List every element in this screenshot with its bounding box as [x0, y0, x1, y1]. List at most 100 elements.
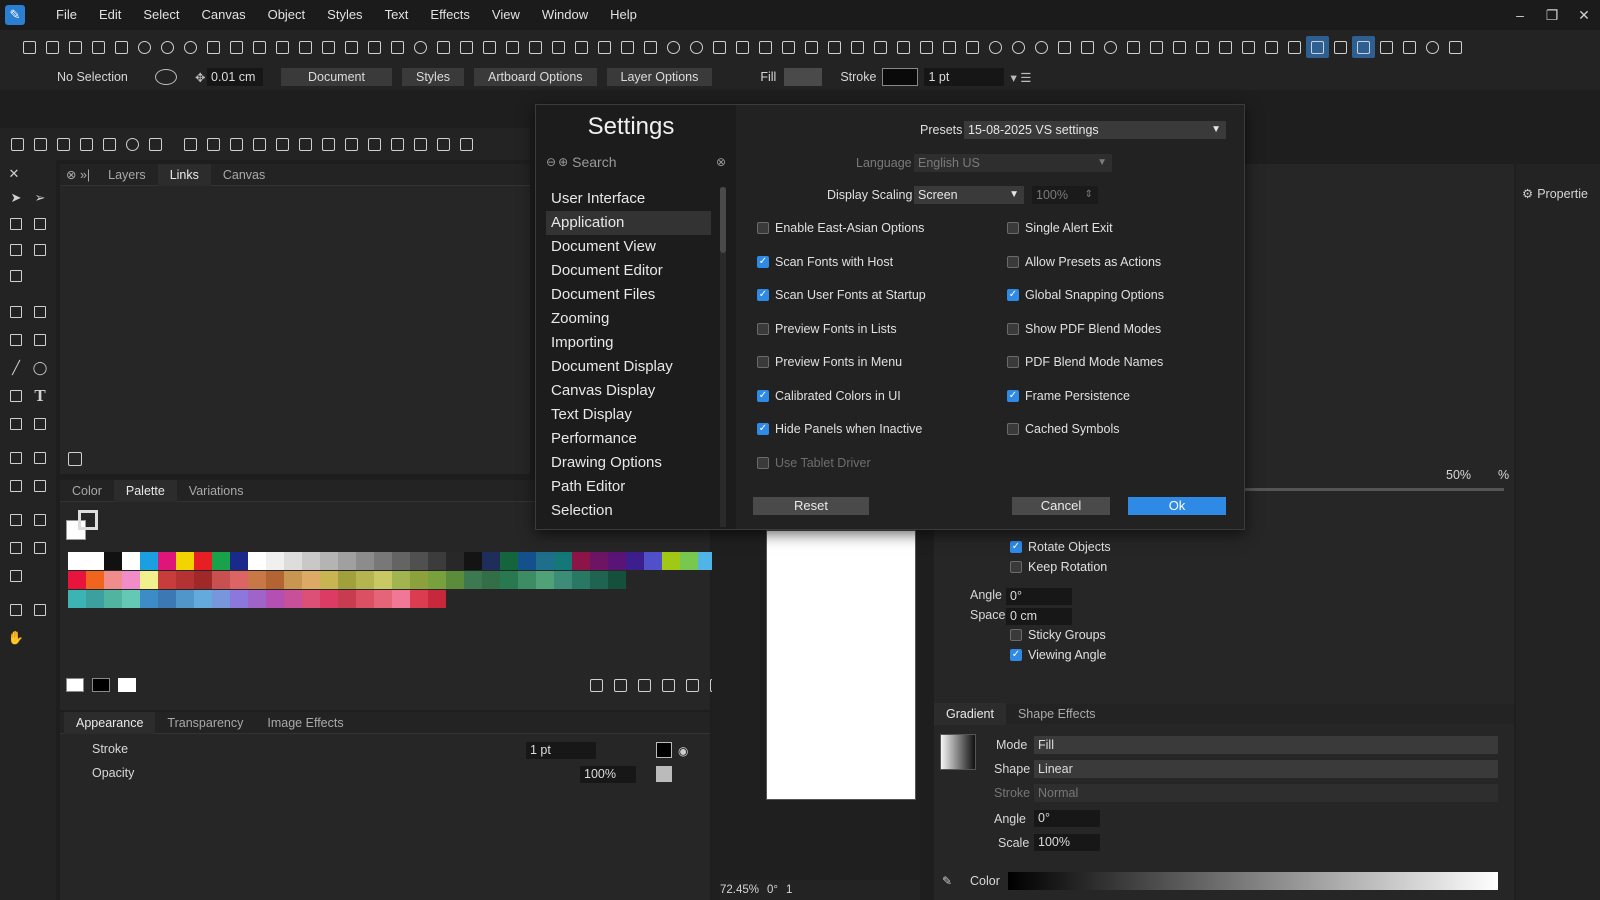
panel-controls-icon[interactable]: ⊗ »| [60, 164, 96, 186]
grid-dot-icon[interactable] [1099, 36, 1122, 58]
checkbox-unchecked-icon[interactable] [1007, 423, 1019, 435]
transform-icon[interactable] [363, 36, 386, 58]
symbol-tool-icon[interactable] [30, 538, 50, 558]
color-swatch[interactable] [644, 552, 662, 570]
color-swatch[interactable] [536, 552, 554, 570]
option-preview-fonts-in-menu[interactable]: Preview Fonts in Menu [757, 355, 902, 369]
group-selection-icon[interactable] [225, 133, 248, 155]
color-swatch[interactable] [518, 552, 536, 570]
tab-appearance[interactable]: Appearance [64, 711, 156, 734]
snap-icon[interactable] [1030, 36, 1053, 58]
color-swatch[interactable] [608, 571, 626, 589]
checkbox-checked-icon[interactable]: ✓ [1007, 389, 1019, 402]
grid-icon[interactable] [1260, 36, 1283, 58]
close-toolbox-icon[interactable]: ✕ [4, 164, 24, 184]
tab-layers[interactable]: Layers [96, 164, 158, 186]
link-icon[interactable] [202, 36, 225, 58]
color-swatch[interactable] [608, 552, 626, 570]
language-select[interactable]: English US ▼ [914, 154, 1112, 172]
settings-nav-document-files[interactable]: Document Files [546, 283, 711, 307]
close-panel-icon[interactable] [6, 133, 29, 155]
checkbox-unchecked-icon[interactable] [757, 222, 769, 234]
color-swatch[interactable] [446, 571, 464, 589]
calligraphy-tool-icon[interactable] [30, 330, 50, 350]
bezier-tool-icon[interactable] [6, 302, 26, 322]
color-swatch[interactable] [338, 590, 356, 608]
color-swatch[interactable] [446, 552, 464, 570]
duplicate-icon[interactable] [432, 36, 455, 58]
color-swatch[interactable] [428, 552, 446, 570]
subselect-tool-icon[interactable]: ➢ [30, 188, 50, 208]
appearance-opacity-input[interactable]: 100% [580, 766, 636, 783]
gradient-icon[interactable] [1329, 36, 1352, 58]
option-calibrated-colors-in-ui[interactable]: ✓ Calibrated Colors in UI [757, 389, 901, 403]
open-icon[interactable] [110, 36, 133, 58]
close-button[interactable]: ✕ [1568, 0, 1600, 30]
settings-search[interactable]: ⊖ ⊕ Search ⊗ [546, 151, 726, 173]
appearance-stroke-input[interactable]: 1 pt [526, 742, 596, 759]
color-swatch[interactable] [320, 552, 338, 570]
redo-icon[interactable] [156, 36, 179, 58]
color-swatch[interactable] [248, 552, 266, 570]
nav-scrollbar-thumb[interactable] [720, 187, 726, 253]
option-global-snapping-options[interactable]: ✓ Global Snapping Options [1007, 288, 1164, 302]
color-swatch[interactable] [122, 552, 140, 570]
option-scan-fonts-with-host[interactable]: ✓ Scan Fonts with Host [757, 255, 893, 269]
edit-swatch-icon[interactable] [588, 674, 604, 696]
checkbox-checked-icon[interactable]: ✓ [757, 389, 769, 402]
scaling-percent-input[interactable]: 100% ⇕ [1032, 186, 1098, 204]
trace-icon[interactable] [961, 36, 984, 58]
settings-nav-document-editor[interactable]: Document Editor [546, 259, 711, 283]
hand-tool-icon[interactable]: ✋ [6, 628, 26, 648]
zoom-level[interactable]: 72.45% [720, 884, 759, 896]
delete-swatch-icon[interactable] [684, 674, 700, 696]
color-swatch[interactable] [392, 571, 410, 589]
color-swatch[interactable] [410, 590, 428, 608]
menu-file[interactable]: File [45, 0, 88, 30]
lasso-icon[interactable] [317, 133, 340, 155]
keep-rotation-option[interactable]: Keep Rotation [1010, 560, 1107, 574]
stroke-swatch[interactable] [882, 68, 919, 86]
color-swatch[interactable] [158, 590, 176, 608]
eye-icon[interactable] [685, 36, 708, 58]
perspective-tool-icon[interactable] [30, 448, 50, 468]
settings-nav-text-display[interactable]: Text Display [546, 403, 711, 427]
nudge-distance-input[interactable]: 0.01 cm [207, 68, 263, 86]
color-swatch[interactable] [572, 571, 590, 589]
merge-icon[interactable] [846, 36, 869, 58]
color-swatch[interactable] [104, 552, 122, 570]
fill-swatch[interactable] [784, 68, 823, 86]
option-cached-symbols[interactable]: Cached Symbols [1007, 422, 1120, 436]
color-picker-icon[interactable] [30, 414, 50, 434]
color-swatch[interactable] [626, 552, 644, 570]
node-icon[interactable] [363, 133, 386, 155]
new-document-icon[interactable] [18, 36, 41, 58]
picture-icon[interactable] [1237, 36, 1260, 58]
hide-icon[interactable] [616, 36, 639, 58]
new-from-template-icon[interactable] [41, 36, 64, 58]
color-swatch[interactable] [536, 571, 554, 589]
color-swatch[interactable] [86, 552, 104, 570]
option-allow-presets-as-actions[interactable]: Allow Presets as Actions [1007, 255, 1161, 269]
color-swatch[interactable] [284, 590, 302, 608]
viewing-angle-option[interactable]: ✓ Viewing Angle [1010, 648, 1106, 662]
grid-tool-icon[interactable] [6, 538, 26, 558]
cancel-button[interactable]: Cancel [1012, 497, 1110, 515]
color-swatch[interactable] [68, 552, 86, 570]
color-swatch[interactable] [356, 571, 374, 589]
color-swatch[interactable] [140, 590, 158, 608]
place-icon[interactable] [225, 36, 248, 58]
rotation-value[interactable]: 0° [767, 884, 778, 896]
color-swatch[interactable] [680, 552, 698, 570]
color-swatch[interactable] [176, 552, 194, 570]
blend-tool-icon[interactable] [6, 476, 26, 496]
blend-icon[interactable] [915, 36, 938, 58]
settings-nav-zooming[interactable]: Zooming [546, 307, 711, 331]
color-swatch[interactable] [266, 552, 284, 570]
restore-button[interactable]: ❐ [1536, 0, 1568, 30]
color-swatch[interactable] [212, 571, 230, 589]
menu-window[interactable]: Window [531, 0, 599, 30]
minimize-button[interactable]: – [1504, 0, 1536, 30]
marquee-tool-icon[interactable] [6, 266, 26, 286]
color-swatch[interactable] [320, 590, 338, 608]
